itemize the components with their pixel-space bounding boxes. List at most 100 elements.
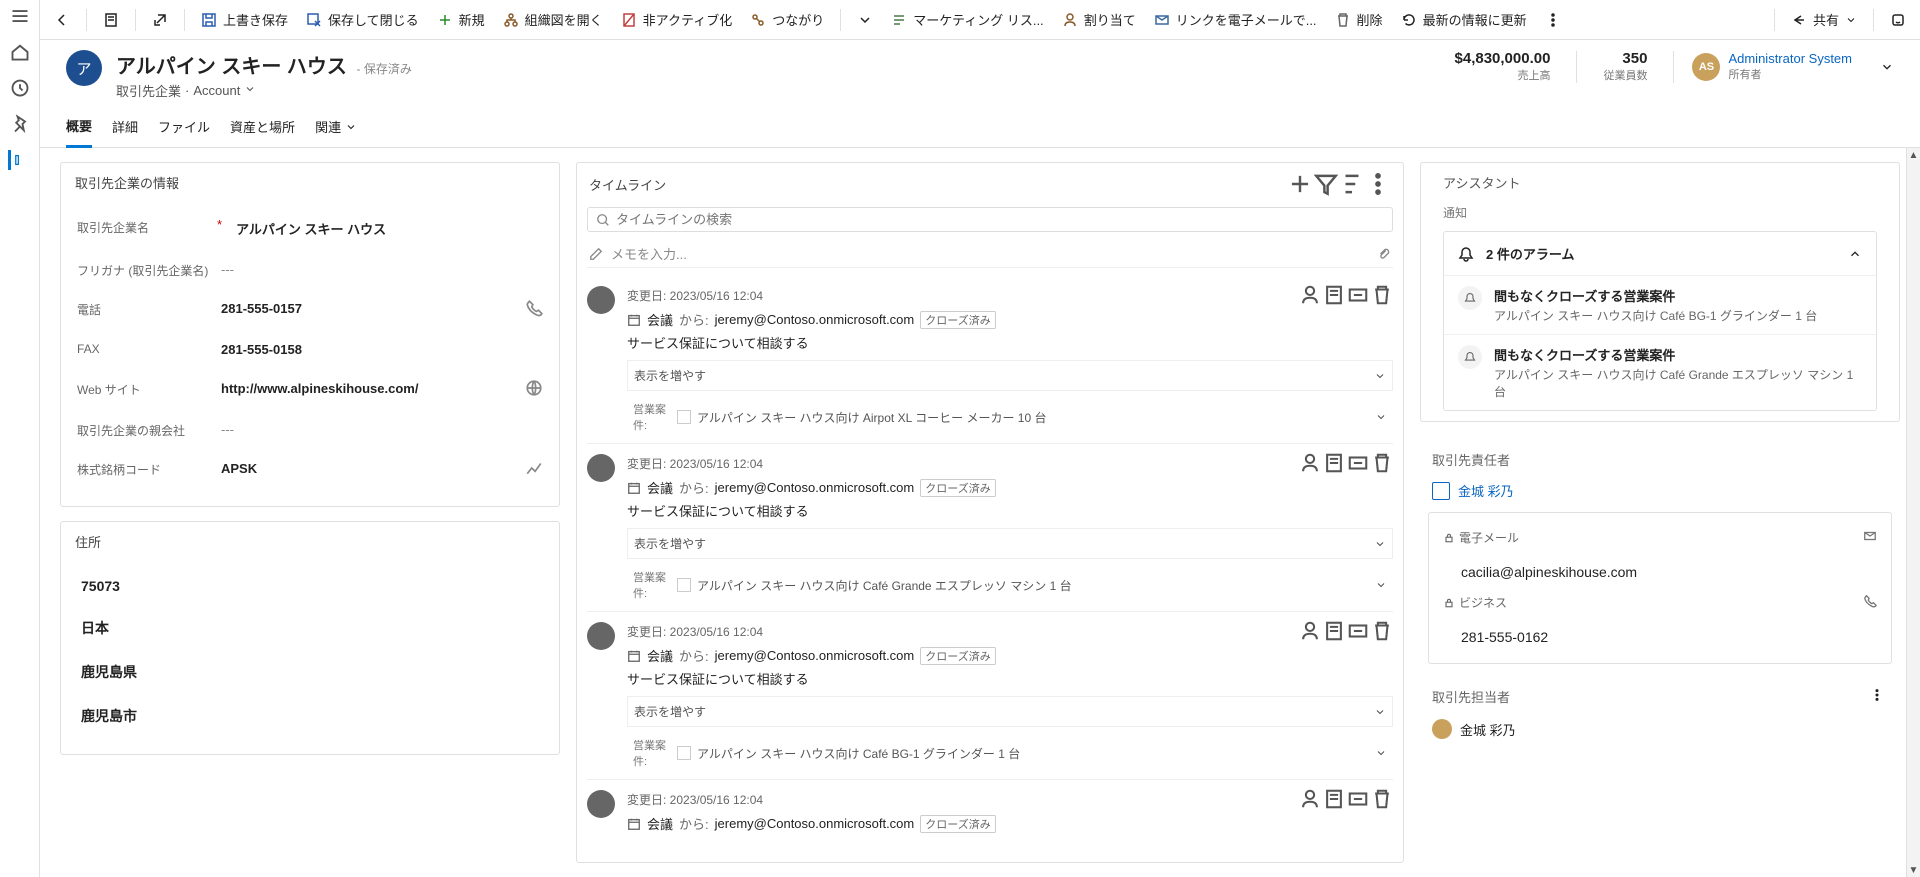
timeline-item[interactable]: 変更日: 2023/05/16 12:04 会議 から: jeremy@Cont… [587,779,1393,833]
ticker-field[interactable]: APSK [217,459,525,478]
tab-summary[interactable]: 概要 [66,110,92,148]
timeline-item[interactable]: 変更日: 2023/05/16 12:04 会議 から: jeremy@Cont… [587,276,1393,443]
chevron-down-icon[interactable] [1880,60,1894,74]
timeline-search[interactable] [587,207,1393,232]
furigana-field[interactable]: --- [217,260,543,279]
home-icon[interactable] [10,42,30,62]
recent-icon[interactable] [10,78,30,98]
attachment-icon[interactable] [1377,247,1391,261]
connections-dropdown[interactable] [849,8,881,32]
deactivate-button[interactable]: 非アクティブ化 [613,6,741,33]
pin-icon[interactable] [10,114,30,134]
email-value[interactable]: cacilia@alpineskihouse.com [1443,558,1641,582]
activity-type: 会議 [647,310,673,329]
alarm-header[interactable]: 2 件のアラーム [1444,232,1876,275]
timeline-more-button[interactable] [1365,171,1391,197]
open-record-icon[interactable] [1323,620,1345,642]
add-to-queue-icon[interactable] [1347,620,1369,642]
address-prefecture[interactable]: 鹿児島県 [77,650,543,694]
timeline-search-input[interactable] [616,212,1384,227]
tab-details[interactable]: 詳細 [112,110,138,147]
email-action-icon[interactable] [1863,529,1877,546]
show-more-button[interactable]: 表示を増やす [627,696,1393,727]
open-record-icon[interactable] [1323,284,1345,306]
overflow-button[interactable] [1537,8,1569,32]
stock-icon[interactable] [525,459,543,480]
tab-files[interactable]: ファイル [158,110,210,147]
alarm-card: 2 件のアラーム 間もなくクローズする営業案件アルパイン スキー ハウス向け C… [1443,231,1877,411]
activity-subject: サービス保証について相談する [627,333,1393,352]
contacts-more-button[interactable] [1862,684,1892,709]
tab-related[interactable]: 関連 [315,110,357,147]
phone-icon[interactable] [525,299,543,320]
email-link-button[interactable]: リンクを電子メールで... [1146,6,1325,33]
show-more-button[interactable]: 表示を増やす [627,528,1393,559]
add-to-queue-icon[interactable] [1347,452,1369,474]
globe-icon[interactable] [525,379,543,400]
delete-icon[interactable] [1371,452,1393,474]
phone-field[interactable]: 281-555-0157 [217,299,525,318]
contact-item[interactable]: 金城 彩乃 [1428,715,1892,743]
delete-icon[interactable] [1371,284,1393,306]
assign-icon[interactable] [1299,452,1321,474]
assign-icon[interactable] [1299,620,1321,642]
form-selector-icon[interactable] [95,8,127,32]
timeline-filter-button[interactable] [1313,171,1339,197]
related-opportunity[interactable]: 営業案件:アルパイン スキー ハウス向け Café Grande エスプレッソ … [627,563,1393,611]
copilot-icon[interactable] [1882,8,1914,32]
add-to-queue-icon[interactable] [1347,284,1369,306]
timeline-sort-button[interactable] [1339,171,1365,197]
address-city[interactable]: 鹿児島市 [77,694,543,738]
back-button[interactable] [46,8,78,32]
related-opportunity[interactable]: 営業案件:アルパイン スキー ハウス向け Airpot XL コーヒー メーカー… [627,395,1393,443]
assign-icon[interactable] [1299,788,1321,810]
marketing-list-button[interactable]: マーケティング リス... [883,6,1051,33]
delete-button[interactable]: 削除 [1327,6,1391,33]
scroll-down-icon[interactable]: ▼ [1907,863,1920,877]
assign-button[interactable]: 割り当て [1054,6,1144,33]
show-more-button[interactable]: 表示を増やす [627,360,1393,391]
section-title: 住所 [61,522,559,562]
assign-icon[interactable] [1299,284,1321,306]
delete-icon[interactable] [1371,620,1393,642]
open-record-icon[interactable] [1323,452,1345,474]
primary-contact-link[interactable]: 金城 彩乃 [1428,477,1892,504]
owner-field[interactable]: AS Administrator System 所有者 [1692,51,1894,82]
side-panel-icon[interactable] [8,150,28,170]
tab-assets[interactable]: 資産と場所 [230,110,295,147]
website-field[interactable]: http://www.alpineskihouse.com/ [217,379,525,398]
status-badge: クローズ済み [920,479,995,497]
alarm-item[interactable]: 間もなくクローズする営業案件アルパイン スキー ハウス向け Café Grand… [1444,334,1876,410]
related-opportunity[interactable]: 営業案件:アルパイン スキー ハウス向け Café BG-1 グラインダー 1 … [627,731,1393,779]
alarm-item[interactable]: 間もなくクローズする営業案件アルパイン スキー ハウス向け Café BG-1 … [1444,275,1876,334]
open-record-icon[interactable] [1323,788,1345,810]
save-button[interactable]: 上書き保存 [193,6,296,33]
kpi-employees[interactable]: 350 従業員数 [1595,50,1655,83]
vertical-scrollbar[interactable]: ▲ ▼ [1906,148,1920,877]
new-button[interactable]: 新規 [429,6,493,33]
timeline-item[interactable]: 変更日: 2023/05/16 12:04 会議 から: jeremy@Cont… [587,443,1393,611]
share-button[interactable]: 共有 [1783,6,1865,33]
scroll-up-icon[interactable]: ▲ [1907,148,1920,162]
timeline-note-input[interactable]: メモを入力... [587,240,1393,268]
delete-icon[interactable] [1371,788,1393,810]
address-country[interactable]: 日本 [77,606,543,650]
connections-button[interactable]: つながり [742,6,832,33]
kpi-revenue[interactable]: $4,830,000.00 売上高 [1447,50,1559,83]
popout-icon[interactable] [144,8,176,32]
refresh-button[interactable]: 最新の情報に更新 [1393,6,1535,33]
account-name-field[interactable]: アルパイン スキー ハウス [232,217,543,240]
parent-account-field[interactable]: --- [217,420,543,439]
menu-icon[interactable] [10,6,30,26]
add-to-queue-icon[interactable] [1347,788,1369,810]
save-close-button[interactable]: 保存して閉じる [298,6,427,33]
timeline-item[interactable]: 変更日: 2023/05/16 12:04 会議 から: jeremy@Cont… [587,611,1393,779]
open-org-button[interactable]: 組織図を開く [495,6,611,33]
timeline-add-button[interactable] [1287,171,1313,197]
form-body: 取引先企業の情報 取引先企業名 * アルパイン スキー ハウス フリガナ (取引… [40,148,1920,877]
fax-field[interactable]: 281-555-0158 [217,340,543,359]
address-postal[interactable]: 75073 [77,566,543,606]
business-phone-value[interactable]: 281-555-0162 [1443,623,1552,647]
form-selector[interactable]: Account [193,83,256,98]
phone-action-icon[interactable] [1863,594,1877,611]
